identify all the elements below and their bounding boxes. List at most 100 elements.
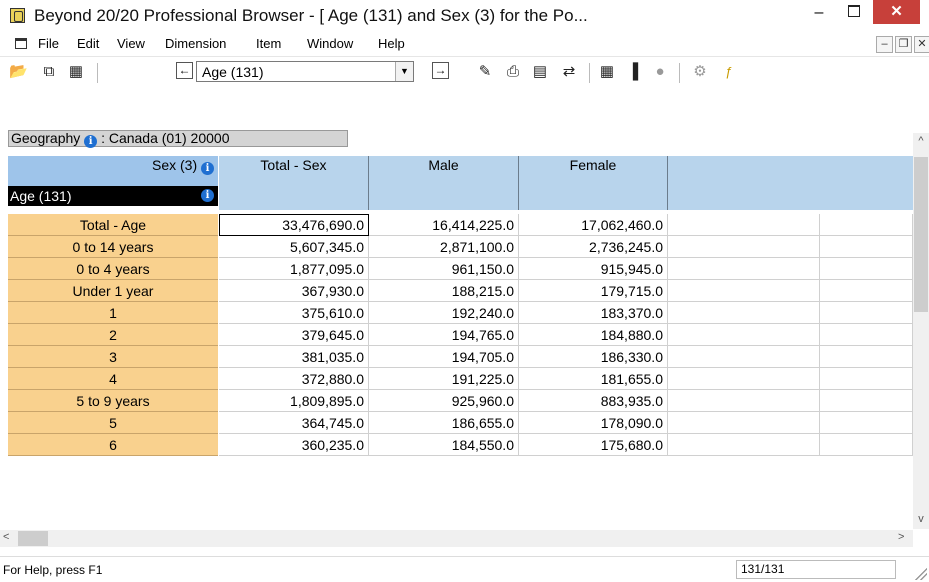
vertical-scrollbar[interactable]: ^ v [913,133,929,529]
open-icon[interactable]: 📂 [9,63,28,81]
column-header-male[interactable]: Male [369,156,519,210]
scroll-down-arrow[interactable]: v [913,513,929,525]
sex-dimension-header[interactable]: Sex (3) i [8,156,218,186]
table-cell-empty [820,280,913,302]
table-cell[interactable]: 5,607,345.0 [219,236,369,258]
table-cell[interactable]: 915,945.0 [519,258,668,280]
document-icon[interactable] [15,38,27,49]
scroll-up-arrow[interactable]: ^ [913,135,929,147]
row-header[interactable]: 0 to 4 years [8,258,218,280]
table-cell[interactable]: 183,370.0 [519,302,668,324]
row-header[interactable]: 0 to 14 years [8,236,218,258]
row-header[interactable]: Under 1 year [8,280,218,302]
pencil-icon[interactable]: ✎ [476,63,494,81]
row-header[interactable]: 4 [8,368,218,390]
menu-edit[interactable]: Edit [77,36,99,51]
close-button[interactable]: ✕ [873,0,920,24]
column-header-label: Male [428,157,459,173]
table-cell[interactable]: 372,880.0 [219,368,369,390]
table-cell[interactable]: 367,930.0 [219,280,369,302]
age-dimension-header[interactable]: Age (131) i [8,186,218,206]
table-cell[interactable]: 925,960.0 [369,390,519,412]
menu-help[interactable]: Help [378,36,405,51]
table-cell[interactable]: 188,215.0 [369,280,519,302]
table-cell[interactable]: 184,550.0 [369,434,519,456]
format-icon[interactable]: ƒ [720,63,738,81]
row-header[interactable]: 3 [8,346,218,368]
table-cell[interactable]: 379,645.0 [219,324,369,346]
table-cell[interactable]: 192,240.0 [369,302,519,324]
minimize-button[interactable]: – [806,3,832,25]
next-dimension-button[interactable]: → [432,62,449,79]
info-icon[interactable]: i [84,135,98,148]
table-cell[interactable]: 175,680.0 [519,434,668,456]
table-cell[interactable]: 364,745.0 [219,412,369,434]
table-cell[interactable]: 2,736,245.0 [519,236,668,258]
table-cell[interactable]: 16,414,225.0 [369,214,519,236]
info-icon[interactable]: i [201,162,214,175]
row-header[interactable]: 2 [8,324,218,346]
chart-icon[interactable]: ▤ [531,63,549,81]
table-icon[interactable]: ▦ [598,63,616,81]
horizontal-scrollbar[interactable]: < > [0,530,913,547]
table-cell[interactable]: 194,765.0 [369,324,519,346]
scroll-left-arrow[interactable]: < [3,531,9,543]
table-cell[interactable]: 961,150.0 [369,258,519,280]
toolbar-separator [589,63,590,83]
menu-window[interactable]: Window [307,36,353,51]
pivot-icon[interactable]: ⇄ [560,63,578,81]
status-help-text: For Help, press F1 [3,563,103,577]
menu-dimension[interactable]: Dimension [165,36,226,51]
table-cell[interactable]: 381,035.0 [219,346,369,368]
menu-view[interactable]: View [117,36,145,51]
column-header-female[interactable]: Female [519,156,668,210]
table-cell[interactable]: 186,655.0 [369,412,519,434]
table-cell[interactable]: 1,877,095.0 [219,258,369,280]
menu-file[interactable]: File [38,36,59,51]
mdi-minimize-button[interactable]: – [876,36,893,53]
table-cell[interactable]: 883,935.0 [519,390,668,412]
mdi-close-button[interactable]: ✕ [914,36,929,53]
menu-item[interactable]: Item [256,36,281,51]
column-header-total[interactable]: Total - Sex [219,156,369,210]
table-cell[interactable]: 2,871,100.0 [369,236,519,258]
table-cell[interactable]: 33,476,690.0 [219,214,369,236]
row-header[interactable]: 1 [8,302,218,324]
table-cell[interactable]: 194,705.0 [369,346,519,368]
geography-selector[interactable]: Geography i : Canada (01) 20000 [8,130,348,148]
row-header[interactable]: 5 [8,412,218,434]
row-header[interactable]: Total - Age [8,214,218,236]
table-cell[interactable]: 375,610.0 [219,302,369,324]
table-cell[interactable]: 179,715.0 [519,280,668,302]
vertical-scroll-thumb[interactable] [914,157,928,312]
table-cell[interactable]: 186,330.0 [519,346,668,368]
scroll-right-arrow[interactable]: > [898,531,904,543]
mdi-restore-button[interactable]: ❐ [895,36,912,53]
table-cell[interactable]: 191,225.0 [369,368,519,390]
table-cell[interactable]: 360,235.0 [219,434,369,456]
table-cell-empty [668,434,820,456]
row-header[interactable]: 6 [8,434,218,456]
table-cell-empty [668,258,820,280]
info-icon[interactable]: i [201,189,214,202]
horizontal-scroll-thumb[interactable] [18,531,48,546]
table-cell-empty [820,346,913,368]
bar-chart-icon[interactable]: ▐ [624,63,642,81]
resize-grip[interactable] [915,568,927,580]
maximize-button[interactable] [841,3,867,25]
map-icon[interactable]: ⚙ [691,63,709,81]
table-cell[interactable]: 181,655.0 [519,368,668,390]
globe-icon[interactable]: ● [651,63,669,81]
row-header[interactable]: 5 to 9 years [8,390,218,412]
chevron-down-icon[interactable]: ▼ [395,62,413,81]
table-cell[interactable]: 178,090.0 [519,412,668,434]
print-icon[interactable]: ⎙ [504,63,522,81]
table-cell[interactable]: 17,062,460.0 [519,214,668,236]
table-cell[interactable]: 1,809,895.0 [219,390,369,412]
table-cell[interactable]: 184,880.0 [519,324,668,346]
dimension-select[interactable]: Age (131) ▼ [196,61,414,82]
prev-dimension-button[interactable]: ← [176,62,193,79]
column-header-label: Total - Sex [260,157,327,173]
copy-icon[interactable]: ⧉ [40,63,58,81]
columns-icon[interactable]: ▦ [67,63,85,81]
